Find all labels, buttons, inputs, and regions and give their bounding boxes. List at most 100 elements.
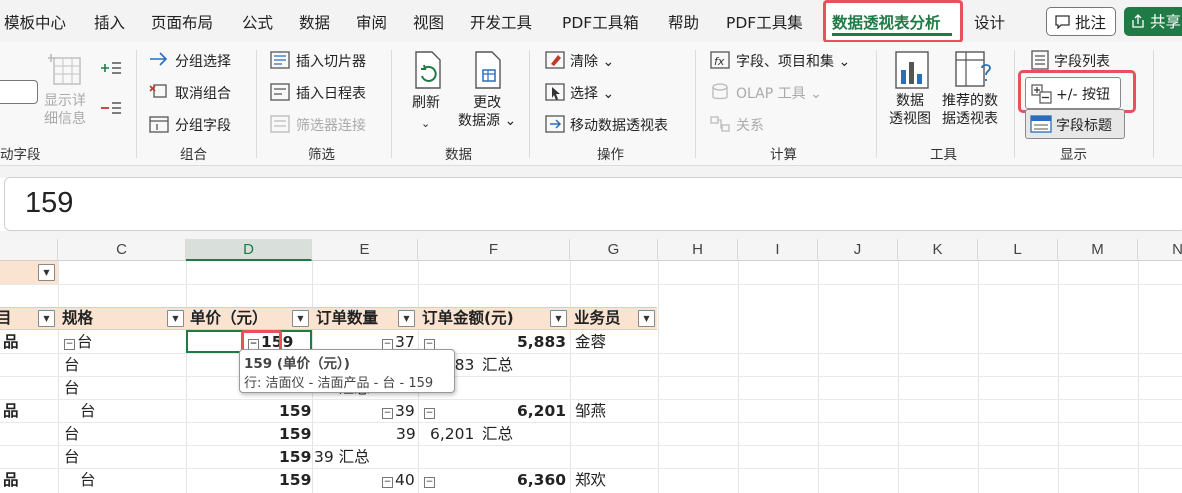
table-cell-qty[interactable]: −40: [382, 470, 415, 490]
tab-view[interactable]: 视图: [413, 11, 444, 33]
column-header-n[interactable]: N: [1138, 239, 1182, 261]
recommended-pivot-button[interactable]: 推荐的数 据透视表: [942, 92, 998, 128]
table-cell-amount-toggle[interactable]: −: [424, 470, 437, 490]
table-cell-salesperson[interactable]: 邹燕: [575, 401, 606, 421]
insert-timeline-button[interactable]: 插入日程表: [296, 83, 366, 103]
select-button[interactable]: 选择 ⌄: [570, 83, 614, 103]
amount-dropdown-button[interactable]: ▼: [550, 310, 567, 327]
table-cell-price[interactable]: 159: [279, 424, 311, 444]
salesperson-dropdown-button[interactable]: ▼: [638, 310, 655, 327]
clear-button[interactable]: 清除 ⌄: [570, 51, 614, 71]
expand-field-icon[interactable]: [100, 60, 122, 79]
table-cell-qty[interactable]: −39: [382, 401, 415, 421]
grid-line: [570, 261, 571, 493]
spec-dropdown-button[interactable]: ▼: [167, 310, 184, 327]
tooltip-detail: 行: 洁面仪 - 洁面产品 - 台 - 159: [244, 376, 434, 391]
formula-bar[interactable]: 159: [4, 177, 1182, 231]
pivot-chart-button[interactable]: 数据 透视图: [889, 92, 931, 128]
column-header-e[interactable]: E: [312, 239, 418, 261]
column-header-l[interactable]: L: [978, 239, 1058, 261]
tab-template-center[interactable]: 模板中心: [4, 11, 66, 33]
tab-review[interactable]: 审阅: [356, 11, 387, 33]
grid-line: [58, 261, 59, 493]
group-selection-button[interactable]: 分组选择: [175, 51, 231, 71]
collapse-field-icon[interactable]: [100, 100, 122, 119]
tab-insert[interactable]: 插入: [94, 11, 125, 33]
filter-connections-button[interactable]: 筛选器连接: [296, 115, 366, 135]
column-header-f[interactable]: F: [418, 239, 570, 261]
table-cell-amount[interactable]: 5,883: [517, 332, 566, 352]
table-cell-salesperson[interactable]: 金蓉: [575, 332, 606, 352]
header-order-qty: 订单数量: [316, 309, 379, 327]
collapse-icon[interactable]: −: [382, 477, 393, 488]
column-header-c[interactable]: C: [58, 239, 186, 261]
table-cell-total-label[interactable]: 汇总: [482, 424, 513, 444]
collapse-icon[interactable]: −: [424, 477, 435, 488]
table-cell-qty[interactable]: 39: [396, 424, 416, 444]
table-cell-amount-toggle[interactable]: −: [424, 401, 437, 421]
ribbon-separator: [529, 50, 530, 158]
column-header-h[interactable]: H: [658, 239, 738, 261]
header-dropdown-button[interactable]: ▼: [38, 310, 55, 327]
column-header-k[interactable]: K: [898, 239, 978, 261]
move-pivot-button[interactable]: 移动数据透视表: [570, 115, 668, 135]
tab-pdf-toolbox[interactable]: PDF工具箱: [562, 11, 639, 33]
insert-slicer-button[interactable]: 插入切片器: [296, 51, 366, 71]
column-header-i[interactable]: I: [738, 239, 818, 261]
filter-dropdown-button[interactable]: ▼: [38, 264, 55, 281]
table-cell-spec[interactable]: 台: [64, 447, 80, 467]
collapse-icon[interactable]: −: [424, 408, 435, 419]
collapse-icon[interactable]: −: [382, 408, 393, 419]
table-cell-spec[interactable]: 台: [80, 470, 96, 490]
column-header-j[interactable]: J: [818, 239, 898, 261]
ungroup-button[interactable]: 取消组合: [175, 83, 231, 103]
table-cell-price[interactable]: 159: [279, 470, 311, 490]
table-cell-amount[interactable]: 6,360: [517, 470, 566, 490]
header-spec: 规格: [62, 309, 94, 327]
field-headers-button[interactable]: 字段标题: [1025, 109, 1125, 139]
table-cell-spec[interactable]: 台: [80, 401, 96, 421]
table-cell-salesperson[interactable]: 郑欢: [575, 470, 606, 490]
qty-dropdown-button[interactable]: ▼: [398, 310, 415, 327]
table-cell-spec[interactable]: 台: [64, 378, 80, 398]
tab-page-layout[interactable]: 页面布局: [151, 11, 213, 33]
tab-design[interactable]: 设计: [974, 11, 1005, 33]
share-button[interactable]: 共享: [1124, 7, 1182, 36]
formula-value: 159: [25, 187, 74, 219]
tab-data[interactable]: 数据: [299, 11, 330, 33]
table-cell-price[interactable]: 159: [279, 401, 311, 421]
chevron-down-icon[interactable]: ⌄: [421, 115, 430, 133]
table-cell-amount[interactable]: 6,201: [430, 424, 474, 444]
column-header-b[interactable]: [0, 239, 58, 261]
relationships-button[interactable]: 关系: [736, 115, 764, 135]
tab-pivot-analyze[interactable]: 数据透视表分析: [832, 11, 941, 33]
grid-line: [1058, 261, 1059, 493]
table-cell-qty-total[interactable]: 39 汇总: [314, 447, 370, 467]
recommended-pivot-icon: [954, 50, 994, 94]
column-header-m[interactable]: M: [1058, 239, 1138, 261]
table-cell-spec[interactable]: 台: [64, 355, 80, 375]
group-field-button[interactable]: 分组字段: [175, 115, 231, 135]
comment-button[interactable]: 批注: [1046, 7, 1116, 36]
collapse-icon[interactable]: −: [64, 339, 75, 350]
field-list-button[interactable]: 字段列表: [1054, 51, 1110, 71]
active-field-input[interactable]: [0, 80, 38, 104]
table-cell-amount[interactable]: 6,201: [517, 401, 566, 421]
show-details-button[interactable]: 显示详 细信息: [44, 92, 86, 128]
tab-pdf-toolset[interactable]: PDF工具集: [726, 11, 803, 33]
price-dropdown-button[interactable]: ▼: [292, 310, 309, 327]
tab-developer[interactable]: 开发工具: [470, 11, 532, 33]
table-cell-total-label[interactable]: 汇总: [482, 355, 513, 375]
tab-help[interactable]: 帮助: [668, 11, 699, 33]
table-cell-price[interactable]: 159: [279, 447, 311, 467]
ribbon-separator: [695, 50, 696, 158]
table-cell-spec[interactable]: − 台: [64, 332, 93, 352]
olap-tools-button[interactable]: OLAP 工具 ⌄: [736, 83, 822, 103]
change-source-button[interactable]: 更改 数据源 ⌄: [458, 94, 516, 130]
refresh-button[interactable]: 刷新: [412, 94, 440, 112]
fields-items-sets-button[interactable]: 字段、项目和集 ⌄: [736, 51, 850, 71]
column-header-d[interactable]: D: [186, 239, 312, 261]
column-header-g[interactable]: G: [570, 239, 658, 261]
table-cell-spec[interactable]: 台: [64, 424, 80, 444]
tab-formulas[interactable]: 公式: [242, 11, 273, 33]
